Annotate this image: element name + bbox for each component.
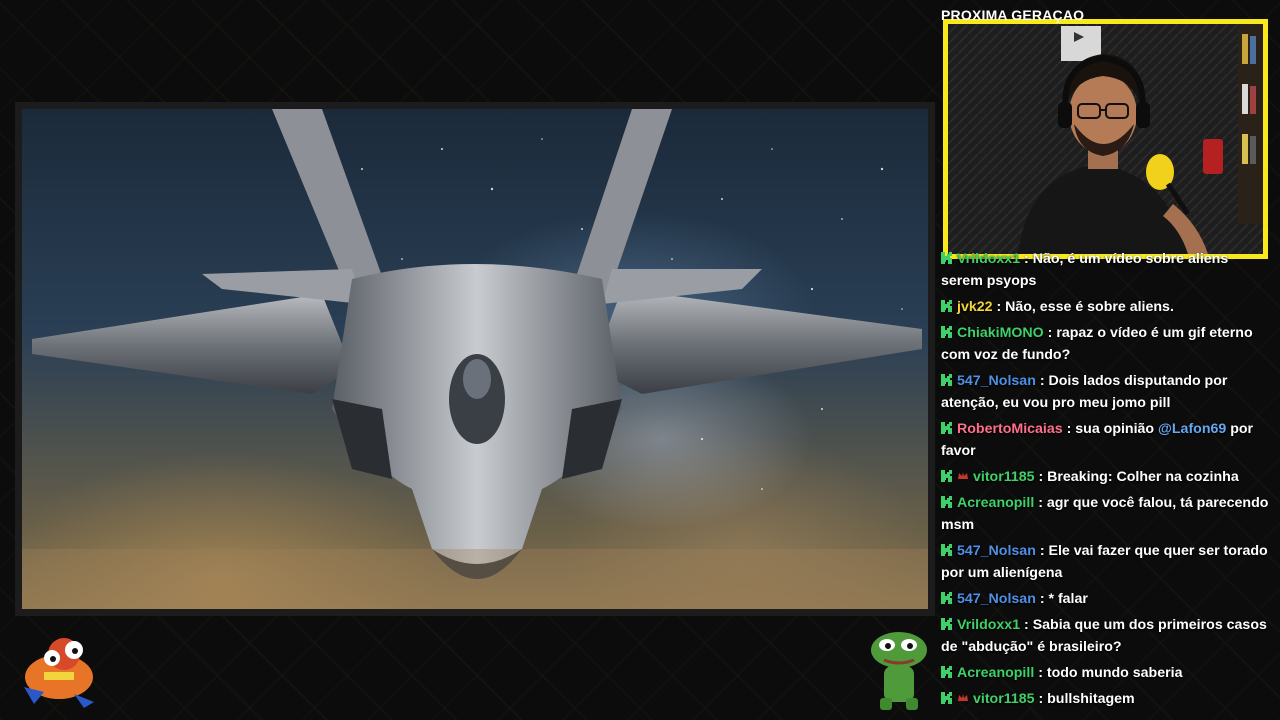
chat-separator: : [1035,373,1049,389]
chat-username[interactable]: Vrildoxx1 [957,251,1020,267]
chat-username[interactable]: RobertoMicaias [957,421,1063,437]
chat-message: Vrildoxx1 : Não, é um vídeo sobre aliens… [941,248,1271,292]
chat-message: vitor1185 : bullshitagem [941,688,1271,710]
chat-username[interactable]: Acreanopill [957,665,1034,681]
chat-username[interactable]: ChiakiMONO [957,325,1044,341]
chat-username[interactable]: 547_Nolsan [957,373,1036,389]
chat-separator: : [1020,617,1033,633]
chat-message: vitor1185 : Breaking: Colher na cozinha [941,466,1271,488]
sub-crown-icon[interactable] [957,688,969,701]
video-frame [15,102,935,616]
chat-message: Acreanopill : agr que você falou, tá par… [941,492,1271,536]
chat-username[interactable]: vitor1185 [973,469,1035,485]
kick-badge-icon[interactable] [941,374,952,386]
chat-username[interactable]: 547_Nolsan [957,591,1036,607]
chat-separator: : [1034,469,1048,485]
streamer-webcam [948,24,1263,254]
kick-badge-icon[interactable] [941,326,952,338]
main-video[interactable] [22,109,928,609]
kick-badge-icon[interactable] [941,592,952,604]
kick-badge-icon[interactable] [941,422,952,434]
streamer-face [1069,74,1137,154]
chat-text: bullshitagem [1047,691,1135,707]
chat-separator: : [1062,421,1076,437]
chat-separator: : [992,299,1006,315]
chat-header: PROXIMA GERAÇAO [941,7,1085,23]
chat-mention[interactable]: @Lafon69 [1158,421,1226,437]
left-wing [32,294,352,394]
chat-text: * falar [1048,591,1088,607]
sub-crown-icon[interactable] [957,466,969,479]
chat-message: 547_Nolsan : Dois lados disputando por a… [941,370,1271,414]
chat-username[interactable]: Vrildoxx1 [957,617,1020,633]
chat-separator: : [1035,591,1049,607]
chat-panel[interactable]: Vrildoxx1 : Não, é um vídeo sobre aliens… [936,248,1276,720]
chat-username[interactable]: jvk22 [957,299,993,315]
chat-text: todo mundo saberia [1046,665,1183,681]
webcam-frame [943,19,1268,259]
chat-message: Acreanopill : todo mundo saberia [941,662,1271,684]
chat-separator: : [1034,495,1047,511]
chat-separator: : [1034,691,1048,707]
chat-message: 547_Nolsan : Ele vai fazer que quer ser … [941,540,1271,584]
pepe-frog-sticker [871,632,927,710]
chat-text: Breaking: Colher na cozinha [1047,469,1239,485]
chat-separator: : [1020,251,1033,267]
chat-message: ChiakiMONO : rapaz o vídeo é um gif eter… [941,322,1271,366]
chat-message: 547_Nolsan : * falar [941,588,1271,610]
kick-badge-icon[interactable] [941,544,952,556]
chat-text: sua opinião [1075,421,1159,437]
kick-badge-icon[interactable] [941,692,952,704]
chat-message: jvk22 : Não, esse é sobre aliens. [941,296,1271,318]
fighter-jet-scene [22,109,928,609]
chat-username[interactable]: vitor1185 [973,691,1035,707]
chat-message: RobertoMicaias : sua opinião @Lafon69 po… [941,418,1271,462]
kick-badge-icon[interactable] [941,496,952,508]
chat-text: Não, esse é sobre aliens. [1005,299,1174,315]
kick-badge-icon[interactable] [941,470,952,482]
kick-badge-icon[interactable] [941,252,952,264]
kick-badge-icon[interactable] [941,666,952,678]
kick-badge-icon[interactable] [941,300,952,312]
chat-separator: : [1035,543,1049,559]
chat-message: Vrildoxx1 : Sabia que um dos primeiros c… [941,614,1271,658]
running-mascot-sticker [24,638,94,708]
kick-badge-icon[interactable] [941,618,952,630]
chat-username[interactable]: 547_Nolsan [957,543,1036,559]
chat-separator: : [1034,665,1047,681]
chat-separator: : [1043,325,1057,341]
chat-username[interactable]: Acreanopill [957,495,1034,511]
